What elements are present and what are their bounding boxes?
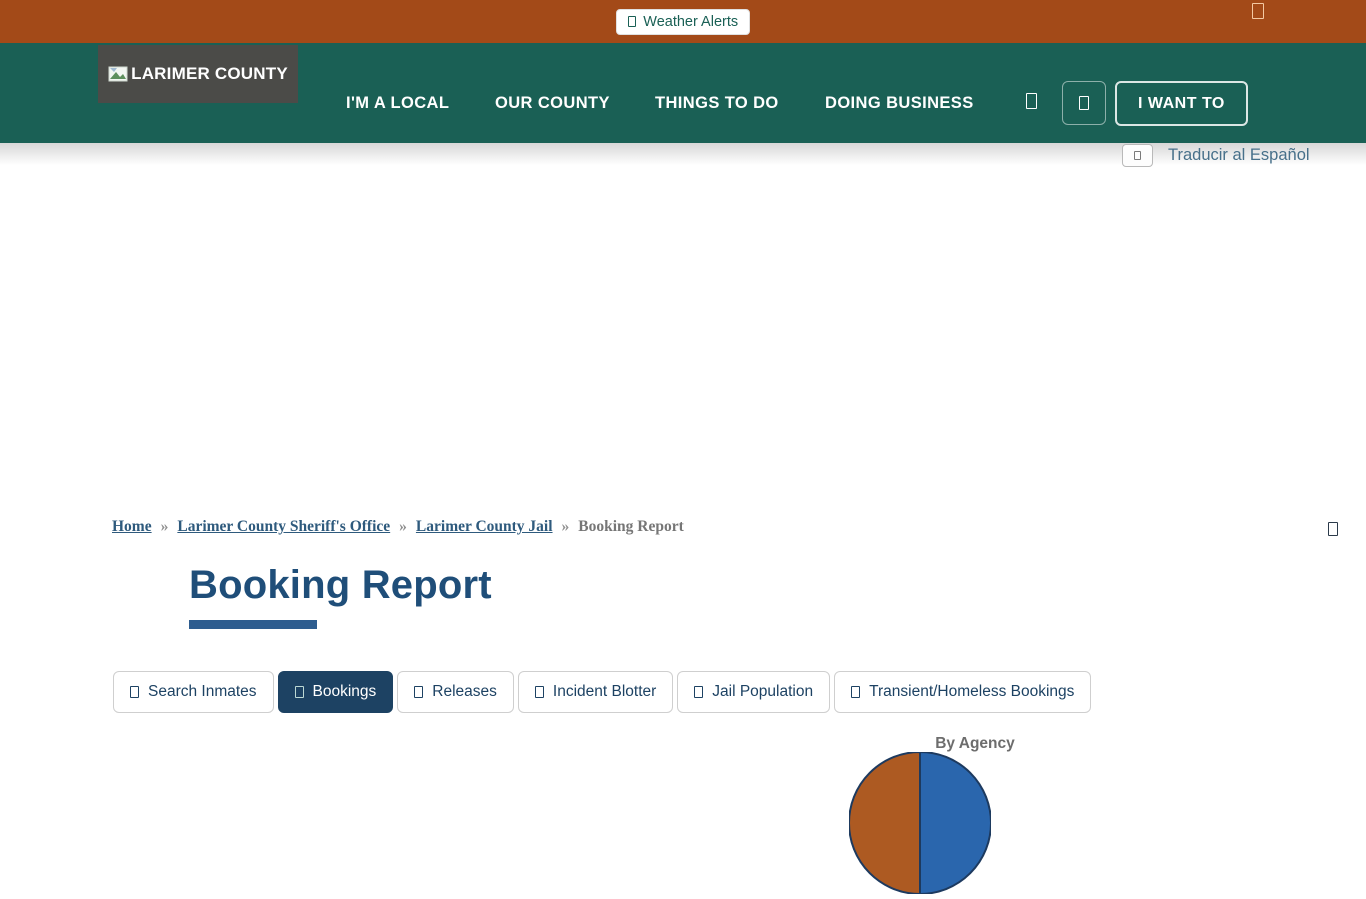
tab-incident-blotter[interactable]: Incident Blotter [518, 671, 673, 713]
site-logo[interactable]: LARIMER COUNTY [98, 45, 298, 103]
chart-title: By Agency [849, 735, 1101, 753]
breadcrumb-separator: » [161, 518, 169, 536]
tab-label: Transient/Homeless Bookings [869, 683, 1074, 701]
print-icon[interactable] [1328, 522, 1338, 536]
logo-text: LARIMER COUNTY [131, 64, 288, 84]
breadcrumb-separator: » [562, 518, 570, 536]
tab-label: Releases [432, 683, 497, 701]
translate-button[interactable] [1122, 144, 1153, 167]
nav-things-to-do[interactable]: THINGS TO DO [655, 94, 779, 113]
breadcrumb-home[interactable]: Home [112, 518, 152, 536]
translate-link[interactable]: Traducir al Español [1168, 146, 1310, 165]
by-agency-pie-chart[interactable] [849, 752, 991, 894]
broken-image-icon [108, 66, 128, 82]
breadcrumb-county-jail[interactable]: Larimer County Jail [416, 518, 553, 536]
alert-bar: Weather Alerts [0, 0, 1366, 43]
title-underline [189, 620, 317, 629]
tab-label: Bookings [313, 683, 377, 701]
pie-slice-right[interactable] [920, 752, 991, 894]
breadcrumb: Home » Larimer County Sheriff's Office »… [112, 518, 684, 536]
search-icon[interactable] [1026, 93, 1037, 109]
search-inmates-icon [130, 686, 139, 699]
tab-label: Incident Blotter [553, 683, 656, 701]
page-title: Booking Report [189, 563, 492, 608]
tab-releases[interactable]: Releases [397, 671, 514, 713]
report-tabs: Search Inmates Bookings Releases Inciden… [113, 671, 1091, 713]
bookings-icon [295, 686, 304, 699]
nav-our-county[interactable]: OUR COUNTY [495, 94, 610, 113]
tab-search-inmates[interactable]: Search Inmates [113, 671, 274, 713]
nav-doing-business[interactable]: DOING BUSINESS [825, 94, 974, 113]
menu-icon [1079, 96, 1089, 110]
breadcrumb-sheriffs-office[interactable]: Larimer County Sheriff's Office [177, 518, 390, 536]
transient-homeless-icon [851, 686, 860, 699]
releases-icon [414, 686, 423, 699]
tab-jail-population[interactable]: Jail Population [677, 671, 830, 713]
alert-bar-right-icon[interactable] [1252, 3, 1264, 19]
weather-alert-icon [628, 16, 636, 28]
header-menu-button[interactable] [1062, 81, 1106, 125]
i-want-to-button[interactable]: I WANT TO [1115, 81, 1248, 126]
translate-icon [1134, 151, 1140, 160]
incident-blotter-icon [535, 686, 544, 699]
tab-label: Search Inmates [148, 683, 257, 701]
breadcrumb-separator: » [399, 518, 407, 536]
site-header: LARIMER COUNTY I'M A LOCAL OUR COUNTY TH… [0, 43, 1366, 143]
weather-alerts-label: Weather Alerts [643, 14, 738, 30]
breadcrumb-current: Booking Report [578, 518, 684, 536]
nav-im-a-local[interactable]: I'M A LOCAL [346, 94, 449, 113]
tab-label: Jail Population [712, 683, 813, 701]
weather-alerts-button[interactable]: Weather Alerts [616, 9, 750, 35]
tab-bookings[interactable]: Bookings [278, 671, 394, 713]
pie-slice-left[interactable] [849, 752, 920, 894]
jail-population-icon [694, 686, 703, 699]
header-shadow [0, 143, 1366, 165]
tab-transient-homeless-bookings[interactable]: Transient/Homeless Bookings [834, 671, 1091, 713]
